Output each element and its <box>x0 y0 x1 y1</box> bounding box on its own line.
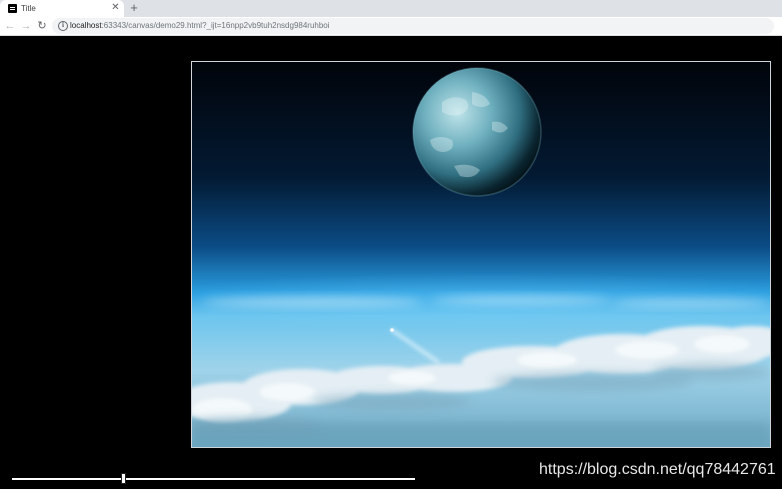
url-text[interactable]: localhost:63343/canvas/demo29.html?_ijt=… <box>70 20 330 32</box>
url-host: localhost <box>70 21 102 30</box>
back-arrow-icon[interactable]: ← <box>3 19 17 33</box>
progress-slider[interactable] <box>12 473 415 484</box>
space-scene <box>192 62 770 447</box>
close-icon[interactable]: ✕ <box>110 2 121 13</box>
address-bar[interactable]: i localhost:63343/canvas/demo29.html?_ij… <box>52 18 774 34</box>
canvas-image <box>191 61 771 448</box>
reload-icon[interactable]: ↻ <box>35 19 49 33</box>
forward-arrow-icon[interactable]: → <box>19 19 33 33</box>
info-icon[interactable]: i <box>58 21 68 31</box>
browser-toolbar: ← → ↻ i localhost:63343/canvas/demo29.ht… <box>0 17 782 36</box>
watermark: https://blog.csdn.net/qq78442761 <box>539 461 776 478</box>
slider-thumb[interactable] <box>121 473 126 484</box>
url-path: :63343/canvas/demo29.html?_ijt=16npp2vb9… <box>101 21 330 30</box>
tab-title: Title <box>21 4 36 13</box>
new-tab-button[interactable]: + <box>127 1 141 15</box>
browser-tab[interactable]: Title ✕ <box>0 0 124 17</box>
webstorm-icon <box>8 4 17 13</box>
tab-strip: Title ✕ + <box>0 0 782 17</box>
planet-icon <box>412 67 542 197</box>
